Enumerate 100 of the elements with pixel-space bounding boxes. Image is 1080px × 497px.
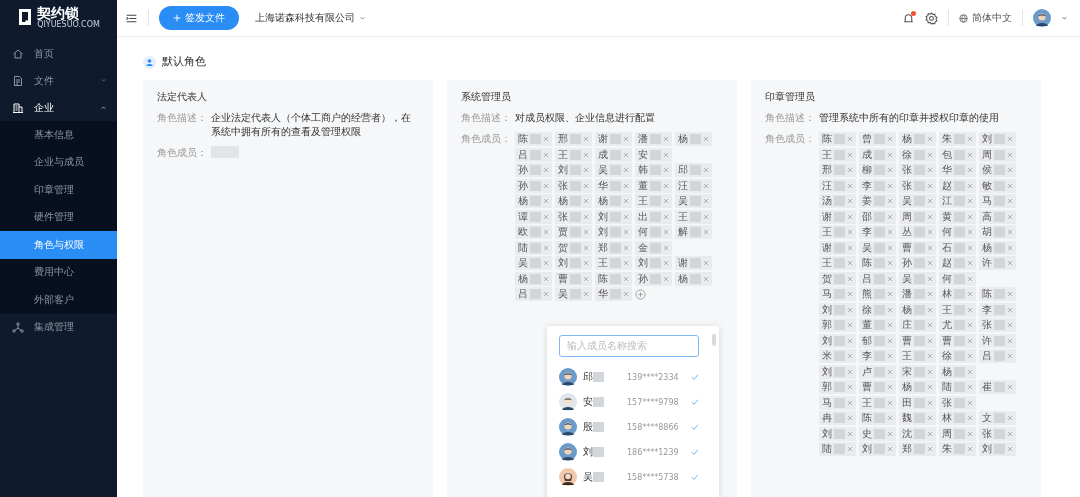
member-tag[interactable]: 谭	[515, 209, 552, 224]
member-tag[interactable]: 张	[979, 426, 1016, 441]
member-tag[interactable]: 刘	[595, 225, 632, 239]
member-tag[interactable]: 杨	[899, 132, 936, 146]
member-tag[interactable]: 陆	[515, 240, 552, 255]
member-tag[interactable]: 刘	[819, 302, 856, 317]
member-tag[interactable]: 陈	[979, 287, 1016, 301]
member-tag[interactable]: 史	[859, 426, 896, 441]
member-tag[interactable]: 江	[939, 194, 976, 208]
member-tag[interactable]: 谢	[819, 240, 856, 255]
member-tag[interactable]: 杨	[515, 271, 552, 286]
member-tag[interactable]: 何	[635, 225, 672, 239]
member-tag[interactable]: 林	[939, 411, 976, 425]
member-tag[interactable]: 丛	[899, 225, 936, 239]
member-tag[interactable]: 王	[635, 194, 672, 208]
member-tag[interactable]: 华	[939, 163, 976, 177]
member-tag[interactable]: 邵	[859, 209, 896, 224]
member-tag[interactable]: 王	[819, 225, 856, 239]
member-tag[interactable]: 安	[635, 147, 672, 162]
member-tag[interactable]: 吴	[899, 271, 936, 286]
member-tag[interactable]: 刘	[555, 256, 592, 270]
member-tag[interactable]: 郭	[819, 380, 856, 394]
member-tag[interactable]: 刘	[595, 209, 632, 224]
member-tag[interactable]: 周	[979, 147, 1016, 162]
nav-item[interactable]: 首页	[0, 40, 117, 67]
nav-subitem[interactable]: 企业与成员	[0, 148, 117, 176]
member-tag[interactable]: 杨	[979, 240, 1016, 255]
member-tag[interactable]: 庄	[899, 318, 936, 332]
member-tag[interactable]: 周	[939, 426, 976, 441]
member-tag[interactable]: 欧	[515, 225, 552, 239]
member-tag[interactable]: 杨	[899, 380, 936, 394]
member-tag[interactable]: 吕	[515, 147, 552, 162]
member-tag[interactable]: 汪	[819, 178, 856, 193]
member-tag[interactable]: 杨	[515, 194, 552, 208]
member-tag[interactable]: 邢	[819, 163, 856, 177]
member-tag[interactable]: 赵	[939, 256, 976, 270]
member-tag[interactable]: 华	[595, 178, 632, 193]
member-tag[interactable]: 金	[635, 240, 672, 255]
member-tag[interactable]: 崔	[979, 380, 1016, 394]
member-tag[interactable]: 刘	[979, 442, 1016, 456]
member-tag[interactable]: 吕	[515, 287, 552, 301]
member-tag[interactable]: 成	[859, 147, 896, 162]
member-tag[interactable]: 王	[939, 302, 976, 317]
member-tag[interactable]: 曹	[859, 380, 896, 394]
member-tag[interactable]: 杨	[939, 364, 976, 379]
member-tag[interactable]: 吕	[979, 349, 1016, 363]
member-tag[interactable]: 张	[555, 209, 592, 224]
member-tag[interactable]: 敏	[979, 178, 1016, 193]
member-tag[interactable]: 谢	[595, 132, 632, 146]
member-tag[interactable]: 张	[979, 318, 1016, 332]
member-tag[interactable]: 张	[555, 178, 592, 193]
member-tag[interactable]: 朱	[939, 442, 976, 456]
member-tag[interactable]: 李	[859, 349, 896, 363]
bell-icon[interactable]	[902, 11, 915, 25]
member-tag[interactable]: 陈	[859, 256, 896, 270]
member-tag[interactable]: 王	[555, 147, 592, 162]
member-tag[interactable]: 王	[595, 256, 632, 270]
member-tag[interactable]: 何	[939, 271, 976, 286]
member-tag[interactable]: 刘	[859, 442, 896, 456]
member-tag[interactable]: 徐	[899, 147, 936, 162]
member-tag[interactable]: 文	[979, 411, 1016, 425]
member-tag[interactable]: 米	[819, 349, 856, 363]
nav-subitem[interactable]: 外部客户	[0, 286, 117, 314]
member-tag[interactable]: 杨	[899, 302, 936, 317]
member-tag[interactable]: 熊	[859, 287, 896, 301]
member-tag[interactable]: 王	[819, 256, 856, 270]
member-tag[interactable]: 曹	[939, 333, 976, 348]
member-tag[interactable]: 何	[939, 225, 976, 239]
member-tag[interactable]: 孙	[515, 163, 552, 177]
member-tag[interactable]: 汪	[675, 178, 712, 193]
member-tag[interactable]: 刘	[555, 163, 592, 177]
member-tag[interactable]: 董	[859, 318, 896, 332]
member-tag[interactable]: 石	[939, 240, 976, 255]
member-tag[interactable]: 刘	[819, 426, 856, 441]
member-option[interactable]: 吴 158****5738	[559, 464, 719, 490]
member-tag[interactable]: 林	[939, 287, 976, 301]
member-tag[interactable]: 陆	[819, 442, 856, 456]
nav-subitem[interactable]: 印章管理	[0, 176, 117, 204]
member-option[interactable]: 安 157****9798	[559, 389, 719, 415]
member-tag[interactable]: 周	[899, 209, 936, 224]
member-tag[interactable]: 包	[939, 147, 976, 162]
member-tag[interactable]: 成	[595, 147, 632, 162]
language-switcher[interactable]: 简体中文	[959, 11, 1012, 25]
member-tag[interactable]: 解	[675, 225, 712, 239]
member-tag[interactable]: 马	[819, 287, 856, 301]
member-tag[interactable]: 李	[979, 302, 1016, 317]
member-tag[interactable]: 吴	[899, 194, 936, 208]
member-tag[interactable]: 张	[899, 163, 936, 177]
member-tag[interactable]: 吴	[859, 240, 896, 255]
member-tag[interactable]: 许	[979, 333, 1016, 348]
member-tag[interactable]: 尤	[939, 318, 976, 332]
member-tag[interactable]: 郭	[819, 318, 856, 332]
member-tag[interactable]: 魏	[899, 411, 936, 425]
member-tag[interactable]: 李	[859, 225, 896, 239]
member-tag[interactable]: 马	[819, 395, 856, 410]
member-tag[interactable]: 马	[979, 194, 1016, 208]
member-tag[interactable]: 姜	[859, 194, 896, 208]
member-tag[interactable]: 贺	[819, 271, 856, 286]
member-tag[interactable]: 沈	[899, 426, 936, 441]
member-tag[interactable]: 朱	[939, 132, 976, 146]
